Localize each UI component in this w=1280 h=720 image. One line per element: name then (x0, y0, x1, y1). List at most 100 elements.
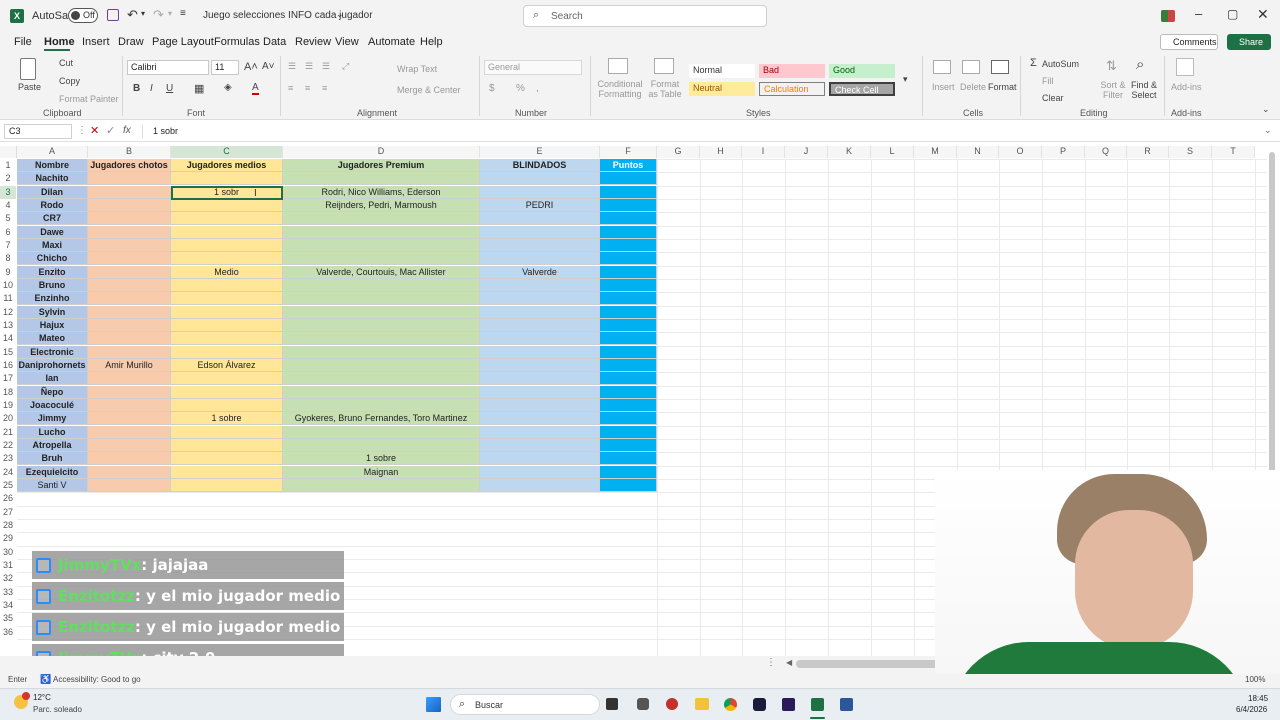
row-header[interactable]: 2 (0, 172, 16, 185)
cell-d3[interactable]: Rodri, Nico Williams, Ederson (283, 185, 480, 199)
cell-d24[interactable]: Maignan (283, 465, 480, 479)
column-header-s[interactable]: S (1169, 146, 1212, 158)
column-header-t[interactable]: T (1212, 146, 1255, 158)
cell-c10[interactable] (171, 278, 283, 292)
customize-toolbar-icon[interactable]: ≡ (180, 8, 186, 19)
cell-f22[interactable] (600, 438, 657, 452)
cell-b11[interactable] (88, 292, 171, 306)
cell-e22[interactable] (480, 438, 600, 452)
cell-f2[interactable] (600, 172, 657, 186)
cell-f6[interactable] (600, 225, 657, 239)
cell-c4[interactable] (171, 198, 283, 212)
row-header[interactable]: 18 (0, 386, 16, 399)
style-bad[interactable]: Bad (759, 64, 825, 78)
cell-a22[interactable]: Atropella (17, 438, 88, 452)
conditional-formatting-button[interactable]: Conditional Formatting (596, 79, 644, 99)
cell-a17[interactable]: Ian (17, 372, 88, 386)
cell-b24[interactable] (88, 465, 171, 479)
column-header-r[interactable]: R (1127, 146, 1169, 158)
tab-page-layout[interactable]: Page Layout (152, 36, 214, 48)
cell-d17[interactable] (283, 372, 480, 386)
cell-c11[interactable] (171, 292, 283, 306)
cell-a5[interactable]: CR7 (17, 212, 88, 226)
row-header[interactable]: 27 (0, 506, 16, 519)
more-options-icon[interactable]: ⋮ (77, 125, 87, 136)
cell-e1[interactable]: BLINDADOS (480, 159, 600, 172)
column-header-o[interactable]: O (999, 146, 1042, 158)
cell-b3[interactable] (88, 185, 171, 199)
cell-e3[interactable] (480, 185, 600, 199)
cell-f5[interactable] (600, 212, 657, 226)
find-select-icon[interactable]: ⌕ (1136, 56, 1144, 73)
comments-button[interactable]: Comments (1160, 34, 1218, 50)
chrome-icon[interactable] (724, 698, 737, 711)
cell-e10[interactable] (480, 278, 600, 292)
minimize-icon[interactable]: – (1195, 6, 1202, 21)
cell-b2[interactable] (88, 172, 171, 186)
cell-e17[interactable] (480, 372, 600, 386)
row-header[interactable]: 13 (0, 319, 16, 332)
cell-e16[interactable] (480, 358, 600, 372)
cell-d21[interactable] (283, 425, 480, 439)
cell-d1[interactable]: Jugadores Premium (283, 159, 480, 172)
cell-f7[interactable] (600, 238, 657, 252)
cell-c18[interactable] (171, 385, 283, 399)
column-header-n[interactable]: N (957, 146, 999, 158)
cell-a6[interactable]: Dawe (17, 225, 88, 239)
cell-e7[interactable] (480, 238, 600, 252)
share-button[interactable]: Share (1227, 34, 1271, 50)
cell-a16[interactable]: Daniprohornets (17, 358, 88, 372)
cell-c22[interactable] (171, 438, 283, 452)
cell-c8[interactable] (171, 252, 283, 266)
autosum-button[interactable]: AutoSum (1042, 59, 1079, 69)
cell-a15[interactable]: Electronic (17, 345, 88, 359)
split-handle-icon[interactable]: ⋮ (766, 657, 776, 668)
fill-color-icon[interactable]: ◈ (224, 82, 232, 93)
redo-icon[interactable]: ↷ (153, 7, 164, 23)
style-normal[interactable]: Normal (689, 64, 755, 78)
title-dropdown-icon[interactable]: ⌄ (336, 9, 344, 20)
cell-b8[interactable] (88, 252, 171, 266)
column-header-f[interactable]: F (600, 146, 657, 158)
cell-b16[interactable]: Amir Murillo (88, 358, 171, 372)
app-icon-4[interactable] (782, 698, 795, 711)
cell-e9[interactable]: Valverde (480, 265, 600, 279)
cell-e15[interactable] (480, 345, 600, 359)
undo-dropdown-icon[interactable]: ▾ (141, 9, 145, 18)
shrink-font-icon[interactable]: A˅ (262, 61, 275, 72)
row-header[interactable]: 29 (0, 532, 16, 545)
select-all-corner[interactable] (0, 146, 17, 158)
cell-d20[interactable]: Gyokeres, Bruno Fernandes, Toro Martinez (283, 412, 480, 426)
clear-button[interactable]: Clear (1042, 93, 1064, 103)
row-header[interactable]: 12 (0, 306, 16, 319)
cell-a14[interactable]: Mateo (17, 332, 88, 346)
cell-d7[interactable] (283, 238, 480, 252)
cell-f17[interactable] (600, 372, 657, 386)
autosave-toggle[interactable]: Off (68, 8, 98, 23)
cell-a3[interactable]: Dilan (17, 185, 88, 199)
cell-f8[interactable] (600, 252, 657, 266)
cell-d5[interactable] (283, 212, 480, 226)
cell-c13[interactable] (171, 318, 283, 332)
cell-a25[interactable]: Santi V (17, 478, 88, 492)
cell-f18[interactable] (600, 385, 657, 399)
style-neutral[interactable]: Neutral (689, 82, 755, 96)
ribbon-collapse-icon[interactable]: ⌄ (1262, 104, 1270, 115)
cell-d14[interactable] (283, 332, 480, 346)
cell-a8[interactable]: Chicho (17, 252, 88, 266)
cell-a18[interactable]: Ñepo (17, 385, 88, 399)
addins-icon[interactable] (1176, 58, 1194, 76)
cell-f11[interactable] (600, 292, 657, 306)
align-top-icon[interactable]: ☰ (288, 61, 296, 72)
cut-button[interactable]: Cut (59, 58, 73, 68)
row-header[interactable]: 30 (0, 546, 16, 559)
cell-a23[interactable]: Bruh (17, 452, 88, 466)
row-header[interactable]: 22 (0, 439, 16, 452)
profile-avatar[interactable] (1161, 10, 1175, 22)
row-header[interactable]: 1 (0, 159, 16, 172)
cell-c21[interactable] (171, 425, 283, 439)
cell-a11[interactable]: Enzinho (17, 292, 88, 306)
cell-e14[interactable] (480, 332, 600, 346)
cell-f14[interactable] (600, 332, 657, 346)
row-header[interactable]: 19 (0, 399, 16, 412)
